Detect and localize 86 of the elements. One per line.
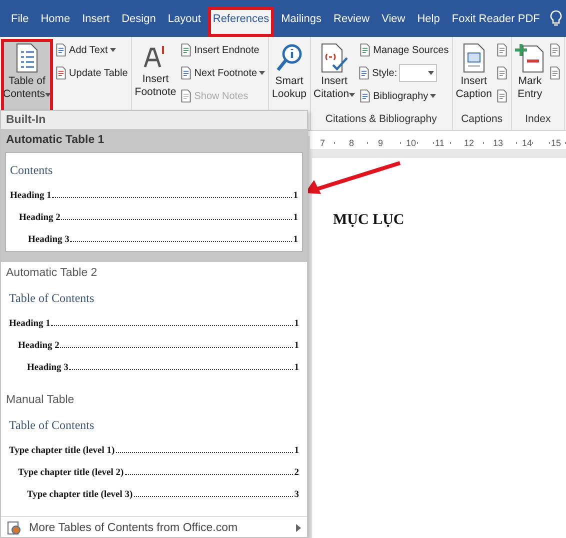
submenu-arrow-icon bbox=[296, 524, 301, 532]
ribbon-button[interactable]: Insert Citation bbox=[312, 40, 356, 112]
caret-icon bbox=[428, 71, 434, 75]
group-label: Citations & Bibliography bbox=[325, 113, 437, 125]
document-icon bbox=[55, 66, 68, 80]
document-check-icon bbox=[319, 43, 350, 73]
ruler-number: 7 bbox=[318, 138, 327, 148]
toc-style-option[interactable]: Automatic Table 1 Contents Heading 1 1 Heading 2 1 Heading 3 1 bbox=[1, 129, 307, 262]
ruler-number: 9 bbox=[376, 138, 385, 148]
more-tables-link[interactable]: More Tables of Contents from Office.com bbox=[1, 516, 307, 538]
document-plus-icon bbox=[514, 43, 545, 73]
page-number: 1 bbox=[294, 341, 299, 351]
ribbon-tab[interactable]: Home bbox=[36, 6, 76, 30]
group-label: Captions bbox=[461, 113, 503, 125]
page-number: 1 bbox=[294, 363, 299, 373]
document-icon bbox=[496, 66, 508, 80]
caret-icon bbox=[349, 93, 356, 98]
ruler-number: 10 bbox=[405, 138, 414, 148]
field-label: Style: bbox=[372, 68, 398, 78]
ribbon-button[interactable]: Manage Sources bbox=[358, 40, 450, 60]
ribbon-tab[interactable]: Design bbox=[116, 6, 161, 30]
page-number: 1 bbox=[293, 235, 298, 245]
document-icon bbox=[548, 43, 561, 57]
toc-entry: Type chapter title (level 2) bbox=[18, 468, 124, 478]
ribbon-button[interactable]: Insert Endnote bbox=[179, 40, 266, 60]
document-icon bbox=[55, 43, 68, 57]
toc-entry: Heading 1 bbox=[10, 191, 52, 201]
ruler-number: 8 bbox=[347, 138, 356, 148]
lightbulb-icon[interactable] bbox=[550, 10, 562, 27]
document-icon bbox=[359, 43, 372, 57]
document-list-icon bbox=[14, 43, 40, 73]
ribbon-button[interactable]: Mark Entry bbox=[514, 40, 546, 112]
page-number: 3 bbox=[294, 490, 299, 500]
toc-entry: Heading 1 bbox=[9, 319, 50, 329]
ribbon-button[interactable]: Smart Lookup bbox=[271, 40, 308, 112]
ribbon-button[interactable]: Insert Caption bbox=[454, 40, 493, 112]
ribbon-tab[interactable]: View bbox=[376, 6, 410, 30]
ribbon-tab[interactable]: File bbox=[6, 6, 34, 30]
caret-icon bbox=[110, 48, 116, 52]
page-number: 1 bbox=[294, 446, 299, 456]
caret-icon bbox=[45, 93, 52, 98]
ribbon-tab[interactable]: Help bbox=[412, 6, 445, 30]
toc-entry: Heading 3 bbox=[28, 235, 70, 245]
toc-style-option[interactable]: Automatic Table 2 Table of Contents Heading 1 1 Heading 2 1 Heading 3 1 bbox=[1, 262, 307, 389]
ruler-number: 11 bbox=[434, 138, 443, 148]
document-icon bbox=[359, 89, 372, 103]
toc-entry: Type chapter title (level 1) bbox=[9, 446, 115, 456]
page-number: 1 bbox=[294, 319, 299, 329]
ruler-number: 15 bbox=[550, 138, 559, 148]
group-label: Index bbox=[525, 113, 551, 125]
magnifier-icon bbox=[275, 43, 304, 73]
ribbon-button[interactable]: Table of Contents bbox=[2, 40, 52, 112]
ribbon-button[interactable]: Update Table bbox=[54, 63, 129, 83]
document-icon bbox=[180, 43, 192, 57]
page-number: 1 bbox=[293, 191, 298, 201]
document-icon bbox=[358, 66, 370, 80]
caret-icon bbox=[259, 71, 266, 75]
ribbon-tab[interactable]: Insert bbox=[77, 6, 115, 30]
toc-entry: Heading 2 bbox=[18, 341, 60, 351]
document-icon bbox=[496, 43, 508, 57]
document-icon bbox=[548, 66, 561, 80]
document-heading: MỤC LỤC bbox=[333, 212, 404, 228]
document-icon bbox=[180, 66, 192, 80]
document-picture-icon bbox=[460, 43, 487, 73]
ribbon-button[interactable]: Add Text bbox=[54, 40, 129, 60]
document-icon bbox=[180, 89, 192, 103]
ribbon-tab[interactable]: Mailings bbox=[276, 6, 326, 30]
ribbon-button[interactable]: Bibliography bbox=[358, 86, 450, 106]
ribbon-tab[interactable]: Review bbox=[328, 6, 375, 30]
ruler-number: 13 bbox=[492, 138, 501, 148]
menu-header: Built-In bbox=[1, 111, 307, 129]
ruler-number: 12 bbox=[463, 138, 472, 148]
ribbon-button[interactable]: Next Footnote bbox=[179, 63, 266, 83]
ribbon-tab[interactable]: References bbox=[208, 6, 274, 36]
toc-entry: Type chapter title (level 3) bbox=[27, 490, 133, 500]
page-number: 1 bbox=[293, 213, 298, 223]
ribbon-button[interactable]: Insert Footnote bbox=[134, 40, 178, 112]
caret-icon bbox=[430, 94, 436, 98]
ruler-number: 14 bbox=[521, 138, 530, 148]
ribbon-tab[interactable]: Foxit Reader PDF bbox=[446, 6, 545, 30]
toc-entry: Heading 3 bbox=[27, 363, 68, 373]
document-icon bbox=[496, 89, 508, 103]
ribbon-tab[interactable]: Layout bbox=[162, 6, 206, 30]
toc-entry: Heading 2 bbox=[19, 213, 60, 223]
toc-style-option[interactable]: Manual Table Table of Contents Type chapter title (level 1) 1 Type chapter title (level 2) 2 Type chapter title (level 3) 3 bbox=[1, 389, 307, 516]
page-number: 2 bbox=[294, 468, 299, 478]
